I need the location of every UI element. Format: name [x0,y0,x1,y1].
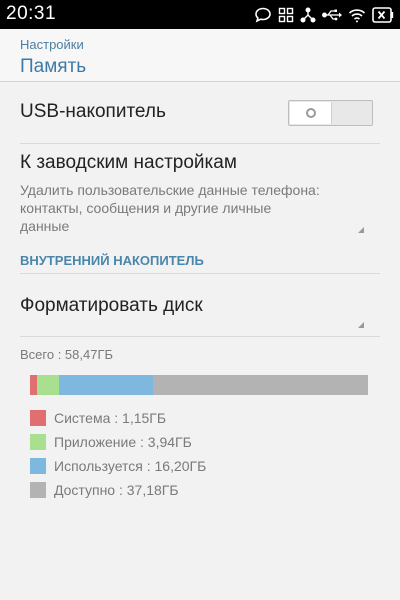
status-icons [254,5,394,25]
wifi-icon [348,8,366,23]
usb-storage-toggle[interactable] [288,100,373,126]
bar-segment-used [59,375,154,395]
nodes-share-icon [300,7,316,23]
factory-reset-title[interactable]: К заводским настройкам [20,152,380,174]
grid-apps-icon [278,7,294,23]
legend-swatch-system [30,410,46,426]
legend-label-used: Используется : 16,20ГБ [54,458,207,474]
legend-swatch-available [30,482,46,498]
status-time: 20:31 [6,3,57,24]
legend-label-apps: Приложение : 3,94ГБ [54,434,192,450]
corner-indicator-icon [358,227,364,233]
chat-bubble-icon [254,7,272,23]
bar-segment-apps [36,375,60,395]
status-bar: 20:31 [0,0,400,29]
legend-item-system: Система : 1,15ГБ [30,406,206,430]
factory-reset-description: Удалить пользовательские данные телефона… [20,182,320,234]
legend-label-available: Доступно : 37,18ГБ [54,482,179,498]
storage-total: Всего : 58,47ГБ [20,347,114,362]
legend-swatch-used [30,458,46,474]
divider [20,336,380,337]
legend-item-apps: Приложение : 3,94ГБ [30,430,206,454]
section-header-internal: ВНУТРЕННИЙ НАКОПИТЕЛЬ [20,253,204,268]
legend-label-system: Система : 1,15ГБ [54,410,167,426]
divider [20,273,380,274]
legend-swatch-apps [30,434,46,450]
breadcrumb-settings[interactable]: Настройки [20,37,84,52]
page-title: Память [20,56,87,77]
storage-usage-bar [30,375,368,395]
corner-indicator-icon [358,322,364,328]
page-header: Настройки Память [0,29,400,82]
toggle-off-icon [306,108,316,118]
toggle-knob [290,102,332,124]
bar-segment-available [153,375,368,395]
bar-segment-system [30,375,37,395]
legend-item-used: Используется : 16,20ГБ [30,454,206,478]
format-disk-button[interactable]: Форматировать диск [20,295,380,317]
storage-legend: Система : 1,15ГБ Приложение : 3,94ГБ Исп… [30,406,206,502]
usb-icon [322,8,342,22]
battery-icon [372,7,394,23]
divider [20,143,380,144]
legend-item-available: Доступно : 37,18ГБ [30,478,206,502]
